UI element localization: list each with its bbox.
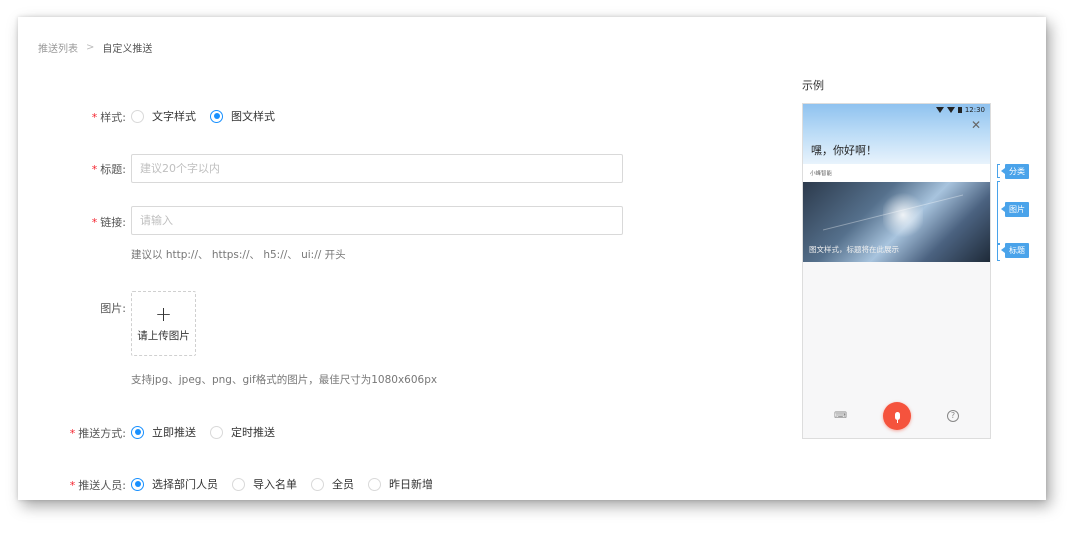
breadcrumb-push-list[interactable]: 推送列表 (38, 40, 78, 55)
radio-import-list[interactable]: 导入名单 (232, 476, 297, 492)
link-input[interactable] (131, 206, 623, 235)
radio-circle[interactable] (232, 477, 245, 491)
battery-icon (957, 107, 962, 113)
radio-image-text-style[interactable]: 图文样式 (210, 108, 275, 124)
radio-circle[interactable] (210, 109, 223, 123)
close-icon[interactable]: ✕ (971, 118, 981, 132)
preview-title: 示例 (802, 79, 824, 92)
radio-new-yesterday[interactable]: 昨日新增 (368, 476, 433, 492)
preview-source: 小峰智能 (810, 171, 833, 177)
upload-label: 请上传图片 (137, 330, 190, 342)
link-hint: 建议以 http://、 https://、 h5://、 ui:// 开头 (131, 249, 346, 261)
radio-push-scheduled[interactable]: 定时推送 (210, 424, 275, 440)
microphone-button[interactable] (883, 402, 911, 430)
style-label: * 样式: (91, 111, 126, 124)
status-time: 12:30 (964, 106, 985, 114)
radio-circle[interactable] (131, 109, 144, 123)
plus-icon: + (155, 302, 172, 326)
radio-text-style[interactable]: 文字样式 (131, 108, 196, 124)
preview-image: 图文样式，标题将在此展示 (803, 182, 990, 262)
tag-image: 图片 (1001, 202, 1029, 217)
radio-circle[interactable] (210, 425, 223, 439)
push-target-radio-group: 选择部门人员 导入名单 全员 昨日新增 (131, 476, 447, 492)
signal-icon (946, 107, 955, 113)
style-radio-group: 文字样式 图文样式 (131, 108, 289, 124)
push-form-card: 推送列表 > 自定义推送 *样式: 文字样式 图文样式 *标题: *链接: 建议… (18, 17, 1046, 500)
title-bracket (997, 243, 1000, 261)
keyboard-icon[interactable]: ⌨ (834, 411, 847, 421)
title-input[interactable] (131, 154, 623, 183)
radio-circle[interactable] (131, 425, 144, 439)
tag-category: 分类 (1001, 164, 1029, 179)
category-bracket (997, 164, 1000, 178)
breadcrumb-separator: > (86, 42, 95, 53)
radio-circle[interactable] (311, 477, 324, 491)
microphone-icon (894, 412, 900, 423)
image-upload-button[interactable]: + 请上传图片 (131, 291, 196, 356)
radio-circle[interactable] (131, 477, 144, 491)
status-bar: 12:30 (935, 106, 985, 114)
preview-bottom-bar: ⌨ ? (803, 402, 990, 430)
help-icon[interactable]: ? (947, 410, 959, 422)
push-method-label: * 推送方式: (69, 427, 126, 440)
breadcrumb: 推送列表 > 自定义推送 (38, 40, 152, 55)
radio-circle[interactable] (368, 477, 381, 491)
preview-message-card: 小峰智能 图文样式，标题将在此展示 (803, 164, 990, 262)
link-label: * 链接: (91, 216, 126, 229)
preview-caption: 图文样式，标题将在此展示 (809, 245, 899, 254)
radio-all-members[interactable]: 全员 (311, 476, 354, 492)
radio-select-department[interactable]: 选择部门人员 (131, 476, 218, 492)
radio-push-now[interactable]: 立即推送 (131, 424, 196, 440)
wifi-icon (935, 107, 944, 113)
image-bracket (997, 181, 1000, 245)
push-target-label: * 推送人员: (69, 479, 126, 492)
tag-title: 标题 (1001, 243, 1029, 258)
preview-greeting: 嘿，你好啊！ (811, 144, 877, 157)
image-hint: 支持jpg、jpeg、png、gif格式的图片，最佳尺寸为1080x606px (131, 374, 438, 386)
phone-preview: 12:30 ✕ 嘿，你好啊！ 小峰智能 图文样式，标题将在此展示 ⌨ ? (802, 103, 991, 439)
image-label: 图片: (100, 302, 126, 315)
breadcrumb-current: 自定义推送 (102, 44, 153, 55)
push-method-radio-group: 立即推送 定时推送 (131, 424, 289, 440)
title-label: * 标题: (91, 163, 126, 176)
